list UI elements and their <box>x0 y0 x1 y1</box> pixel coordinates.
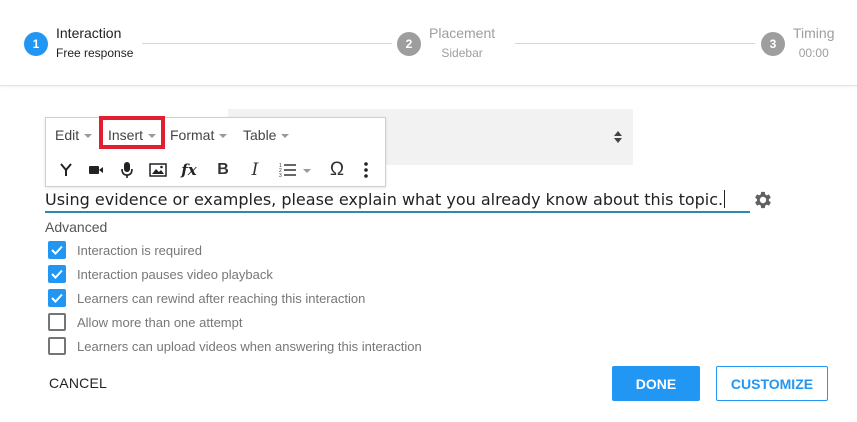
step-subtitle: Free response <box>56 46 134 60</box>
step-timing[interactable]: 3 Timing 00:00 <box>761 24 835 62</box>
microphone-icon[interactable] <box>115 158 139 182</box>
customize-button[interactable]: CUSTOMIZE <box>716 366 828 401</box>
menu-label: Format <box>170 127 215 143</box>
check-icon <box>51 245 63 255</box>
format-icons: fx B I 123 Ω <box>46 154 385 186</box>
option-multiple-attempts[interactable]: Allow more than one attempt <box>48 313 242 331</box>
video-icon[interactable] <box>84 158 108 182</box>
option-label: Allow more than one attempt <box>77 314 243 330</box>
done-button[interactable]: DONE <box>612 366 700 401</box>
prompt-text-field[interactable]: Using evidence or examples, please expla… <box>45 187 750 213</box>
checkbox-unchecked[interactable] <box>48 337 66 355</box>
checkbox-checked[interactable] <box>48 265 66 283</box>
checkbox-checked[interactable] <box>48 289 66 307</box>
cancel-button[interactable]: CANCEL <box>49 375 107 391</box>
option-required[interactable]: Interaction is required <box>48 241 202 259</box>
step-subtitle: 00:00 <box>798 46 829 60</box>
more-vert-icon[interactable] <box>354 158 378 182</box>
chevron-down-icon <box>281 133 290 138</box>
insert-highlight-box <box>99 116 165 149</box>
step-connector <box>515 43 755 44</box>
option-label: Interaction is required <box>77 242 203 258</box>
list-options-chevron-icon[interactable] <box>300 158 314 182</box>
step-number: 2 <box>397 32 421 56</box>
menu-edit[interactable]: Edit <box>55 127 93 143</box>
editor-toolbar: Edit Insert Format Table fx B I 123 Ω <box>45 116 386 187</box>
menu-label: Edit <box>55 127 80 143</box>
svg-text:3: 3 <box>279 173 282 178</box>
step-placement[interactable]: 2 Placement Sidebar <box>397 24 495 62</box>
menu-label: Table <box>243 127 277 143</box>
text-cursor <box>724 190 726 208</box>
menu-bar: Edit Insert Format Table <box>46 116 385 152</box>
chevron-down-icon <box>219 133 228 138</box>
step-connector <box>142 43 392 44</box>
stepper: 1 Interaction Free response 2 Placement … <box>0 0 857 86</box>
numbered-list-icon[interactable]: 123 <box>276 158 300 182</box>
formula-icon[interactable]: fx <box>177 158 201 182</box>
branch-icon[interactable] <box>54 158 78 182</box>
check-icon <box>51 293 63 303</box>
omega-icon[interactable]: Ω <box>325 158 349 182</box>
sort-arrows-icon <box>614 131 622 143</box>
option-upload-videos[interactable]: Learners can upload videos when answerin… <box>48 337 422 355</box>
option-label: Interaction pauses video playback <box>77 266 273 282</box>
option-label: Learners can upload videos when answerin… <box>77 338 422 354</box>
gear-icon[interactable] <box>752 189 774 211</box>
step-title: Placement <box>429 25 496 41</box>
bold-icon[interactable]: B <box>211 158 235 182</box>
option-pauses-video[interactable]: Interaction pauses video playback <box>48 265 273 283</box>
step-title: Timing <box>793 25 835 41</box>
advanced-label: Advanced <box>45 219 108 235</box>
menu-format[interactable]: Format <box>170 127 228 143</box>
step-interaction[interactable]: 1 Interaction Free response <box>24 24 133 62</box>
option-rewind[interactable]: Learners can rewind after reaching this … <box>48 289 365 307</box>
image-icon[interactable] <box>146 158 170 182</box>
checkbox-unchecked[interactable] <box>48 313 66 331</box>
check-icon <box>51 269 63 279</box>
option-label: Learners can rewind after reaching this … <box>77 290 366 306</box>
step-number: 3 <box>761 32 785 56</box>
checkbox-checked[interactable] <box>48 241 66 259</box>
italic-icon[interactable]: I <box>243 158 267 182</box>
step-subtitle: Sidebar <box>441 46 483 60</box>
chevron-down-icon <box>84 133 93 138</box>
prompt-text: Using evidence or examples, please expla… <box>45 190 724 209</box>
step-number: 1 <box>24 32 48 56</box>
menu-table[interactable]: Table <box>243 127 290 143</box>
step-title: Interaction <box>56 25 122 41</box>
